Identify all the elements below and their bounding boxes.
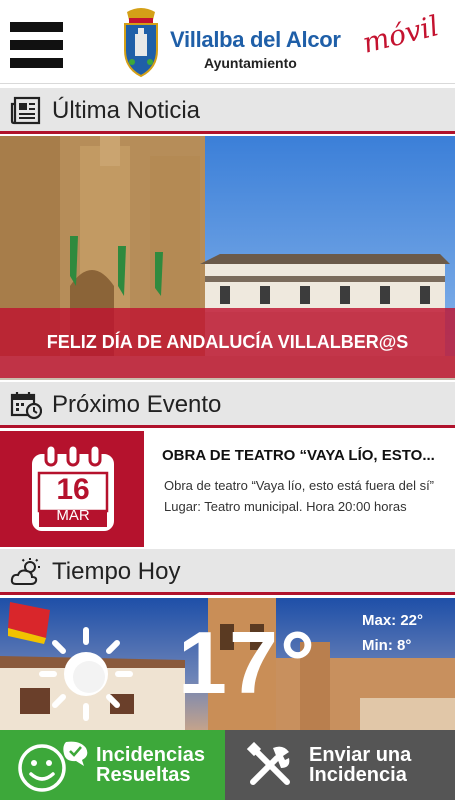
event-title: OBRA DE TEATRO “VAYA LÍO, ESTO... [162, 447, 435, 464]
tools-icon [247, 742, 290, 785]
weather-section-title: Tiempo Hoy [52, 558, 181, 585]
current-temperature: 17° [178, 613, 318, 712]
send-incident-label-line2: Incidencia [309, 764, 407, 786]
newspaper-icon [10, 96, 41, 125]
news-headline-banner[interactable]: FELIZ DÍA DE ANDALUCÍA VILLALBER@S [0, 308, 455, 378]
event-day: 16 [56, 473, 90, 506]
app-header: Villalba del Alcor Ayuntamiento móvil [0, 0, 455, 84]
news-headline: FELIZ DÍA DE ANDALUCÍA VILLALBER@S [46, 332, 409, 352]
calendar-clock-icon [10, 392, 42, 420]
partly-cloudy-icon [10, 558, 40, 585]
weather-section-header[interactable]: Tiempo Hoy [0, 549, 455, 595]
min-temperature: Min: 8° [362, 637, 412, 654]
brand-title: Villalba del Alcor [170, 27, 341, 52]
event-month: MAR [56, 507, 90, 524]
event-date-block: 16 MAR [0, 431, 144, 547]
resolved-incidents-button[interactable]: Incidencias Resueltas [0, 730, 225, 800]
brand-subtitle: Ayuntamiento [204, 55, 297, 71]
max-temperature: Max: 22° [362, 612, 424, 629]
news-section-title: Última Noticia [52, 97, 201, 124]
event-card[interactable]: 16 MAR OBRA DE TEATRO “VAYA LÍO, ESTO...… [0, 431, 455, 547]
send-incident-button[interactable]: Enviar una Incidencia [225, 730, 455, 800]
event-description: Obra de teatro “Vaya lío, esto está fuer… [164, 478, 435, 514]
coat-of-arms-icon [124, 8, 158, 78]
smiley-chat-icon [18, 741, 88, 792]
event-section-title: Próximo Evento [52, 391, 222, 418]
brand-tag: móvil [359, 9, 442, 60]
news-section-header[interactable]: Última Noticia [0, 88, 455, 134]
hamburger-menu-icon[interactable] [10, 22, 63, 74]
event-section-header[interactable]: Próximo Evento [0, 382, 455, 428]
sun-icon [39, 627, 133, 721]
send-incident-label-line1: Enviar una [309, 744, 412, 766]
resolved-incidents-label-line1: Incidencias [96, 744, 205, 766]
resolved-incidents-label-line2: Resueltas [96, 764, 191, 786]
